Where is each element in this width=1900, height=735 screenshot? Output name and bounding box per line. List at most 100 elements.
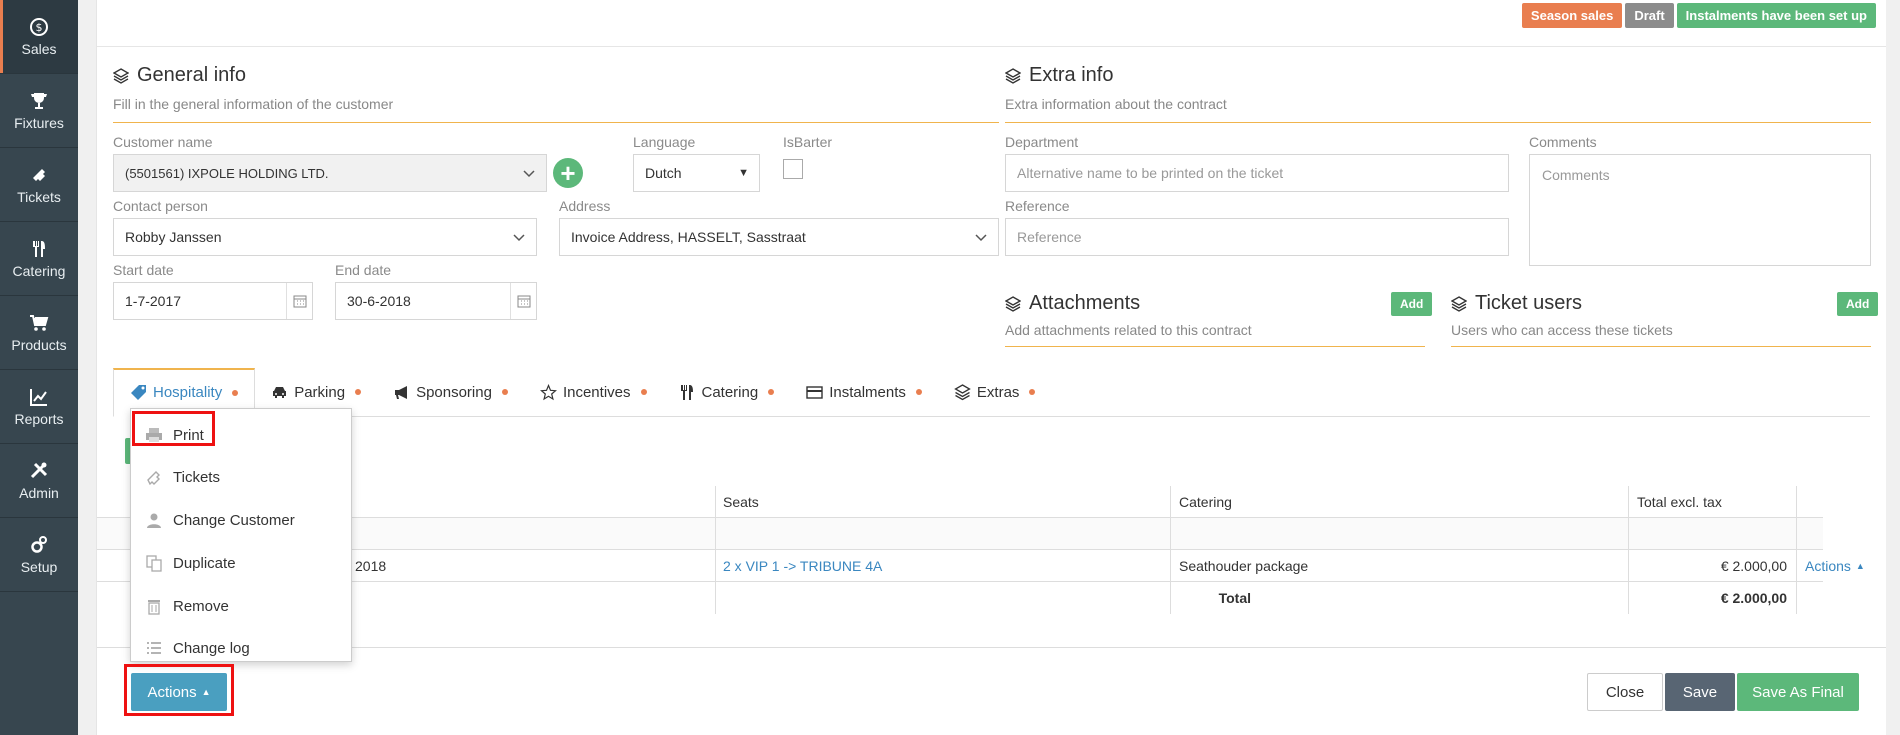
sidebar-item-products[interactable]: Products bbox=[0, 296, 78, 370]
divider bbox=[715, 486, 716, 614]
seats-link[interactable]: 2 x VIP 1 -> TRIBUNE 4A bbox=[715, 550, 890, 581]
status-dot bbox=[355, 389, 362, 395]
tab-label: Sponsoring bbox=[416, 383, 492, 401]
dollar-circle-icon: $ bbox=[30, 17, 48, 36]
sidebar-item-reports[interactable]: Reports bbox=[0, 370, 78, 444]
row-date: 2018 bbox=[355, 557, 387, 574]
contact-person-select[interactable]: Robby Janssen bbox=[113, 218, 537, 256]
user-icon bbox=[147, 513, 161, 528]
divider bbox=[113, 122, 999, 123]
general-info-subtitle: Fill in the general information of the c… bbox=[113, 96, 394, 112]
add-attachment-button[interactable]: Add bbox=[1391, 292, 1433, 316]
column-header-catering: Catering bbox=[1179, 493, 1232, 510]
layers-icon bbox=[1005, 295, 1021, 312]
caret-up-icon: ▲ bbox=[1855, 560, 1865, 571]
menu-item-duplicate[interactable]: Duplicate bbox=[131, 544, 351, 582]
add-customer-button[interactable]: + bbox=[553, 158, 583, 188]
isbarter-label: IsBarter bbox=[783, 134, 833, 150]
divider bbox=[1796, 486, 1797, 614]
sidebar-item-label: Tickets bbox=[17, 188, 61, 205]
plus-icon: + bbox=[560, 157, 576, 188]
language-select[interactable]: Dutch ▼ bbox=[633, 154, 760, 192]
chevron-down-icon bbox=[975, 234, 987, 242]
column-header-total: Total excl. tax bbox=[1637, 493, 1722, 510]
sidebar-item-catering[interactable]: Catering bbox=[0, 222, 78, 296]
megaphone-icon bbox=[395, 385, 408, 399]
sidebar-item-label: Fixtures bbox=[14, 114, 64, 131]
table-row: 2018 2 x VIP 1 -> TRIBUNE 4A Seathouder … bbox=[97, 550, 1865, 582]
sidebar-item-fixtures[interactable]: Fixtures bbox=[0, 74, 78, 148]
tab-label: Incentives bbox=[562, 383, 631, 401]
language-label: Language bbox=[633, 134, 696, 150]
comments-textarea[interactable] bbox=[1529, 154, 1871, 266]
divider bbox=[1628, 486, 1629, 614]
highlight-box bbox=[124, 664, 234, 716]
layers-icon bbox=[954, 383, 971, 400]
menu-item-change-customer[interactable]: Change Customer bbox=[131, 501, 351, 539]
row-actions-label: Actions bbox=[1805, 557, 1851, 574]
trash-icon bbox=[148, 600, 160, 615]
status-badge-draft: Draft bbox=[1625, 3, 1674, 28]
tab-sponsoring[interactable]: Sponsoring bbox=[377, 368, 524, 416]
sidebar-item-admin[interactable]: Admin bbox=[0, 444, 78, 518]
add-ticket-user-button[interactable]: Add bbox=[1837, 292, 1879, 316]
reference-input[interactable]: Reference bbox=[1005, 218, 1509, 256]
menu-item-change-log[interactable]: Change log bbox=[131, 629, 351, 667]
ticket-icon bbox=[147, 471, 160, 486]
tab-label: Catering bbox=[701, 383, 759, 401]
tab-label: Extras bbox=[976, 383, 1020, 401]
caret-down-icon: ▼ bbox=[738, 167, 749, 179]
status-badges: Season sales Draft Instalments have been… bbox=[1521, 3, 1876, 28]
tab-label: Hospitality bbox=[153, 384, 223, 401]
table-header: Seats Catering Total excl. tax bbox=[97, 486, 1823, 518]
sidebar-item-tickets[interactable]: Tickets bbox=[0, 148, 78, 222]
layers-icon bbox=[113, 67, 129, 84]
end-date-input[interactable]: 30-6-2018 bbox=[335, 282, 537, 320]
start-date-label: Start date bbox=[113, 262, 174, 278]
row-total: € 2.000,00 bbox=[1720, 557, 1787, 574]
divider bbox=[1005, 122, 1871, 123]
tab-extras[interactable]: Extras bbox=[938, 368, 1052, 416]
row-actions-button[interactable]: Actions ▲ bbox=[1797, 550, 1873, 581]
table-footer: Total € 2.000,00 bbox=[97, 582, 1823, 614]
attachments-title: Attachments bbox=[1005, 292, 1140, 315]
language-value: Dutch bbox=[645, 165, 682, 181]
save-as-final-button[interactable]: Save As Final bbox=[1737, 673, 1859, 711]
menu-item-remove[interactable]: Remove bbox=[131, 587, 351, 625]
gears-icon bbox=[31, 535, 47, 553]
table-group-row bbox=[97, 518, 1823, 550]
tab-catering[interactable]: Catering bbox=[663, 368, 791, 416]
tab-incentives[interactable]: Incentives bbox=[524, 368, 663, 416]
start-date-input[interactable]: 1-7-2017 bbox=[113, 282, 313, 320]
status-dot bbox=[915, 389, 922, 395]
end-date-label: End date bbox=[335, 262, 392, 278]
calendar-icon[interactable] bbox=[286, 283, 312, 319]
status-dot bbox=[501, 389, 508, 395]
comments-label: Comments bbox=[1529, 134, 1597, 150]
extra-info-title: Extra info bbox=[1005, 64, 1113, 87]
address-select[interactable]: Invoice Address, HASSELT, Sasstraat bbox=[559, 218, 999, 256]
save-button[interactable]: Save bbox=[1665, 673, 1735, 711]
calendar-icon[interactable] bbox=[510, 283, 536, 319]
attachments-subtitle: Add attachments related to this contract bbox=[1005, 322, 1252, 338]
menu-item-label: Tickets bbox=[173, 468, 220, 486]
menu-item-tickets[interactable]: Tickets bbox=[131, 458, 351, 496]
divider bbox=[1451, 346, 1871, 347]
sidebar-item-setup[interactable]: Setup bbox=[0, 518, 78, 592]
tab-instalments[interactable]: Instalments bbox=[790, 368, 938, 416]
contact-person-value: Robby Janssen bbox=[125, 229, 222, 245]
svg-text:$: $ bbox=[36, 21, 43, 34]
tag-icon bbox=[131, 385, 146, 400]
sidebar-item-sales[interactable]: $ Sales bbox=[0, 0, 78, 74]
sidebar: $ Sales Fixtures Tickets Catering Produc… bbox=[0, 0, 78, 735]
status-dot bbox=[640, 389, 647, 395]
customer-name-select[interactable]: (5501561) IXPOLE HOLDING LTD. bbox=[113, 154, 547, 192]
sidebar-item-label: Admin bbox=[19, 484, 59, 501]
customer-name-value: (5501561) IXPOLE HOLDING LTD. bbox=[125, 165, 329, 181]
divider bbox=[97, 46, 1886, 47]
section-title-text: Ticket users bbox=[1475, 292, 1583, 314]
close-button[interactable]: Close bbox=[1587, 673, 1663, 711]
column-header-seats: Seats bbox=[723, 493, 759, 510]
isbarter-checkbox[interactable] bbox=[783, 159, 803, 179]
department-input[interactable]: Alternative name to be printed on the ti… bbox=[1005, 154, 1509, 192]
